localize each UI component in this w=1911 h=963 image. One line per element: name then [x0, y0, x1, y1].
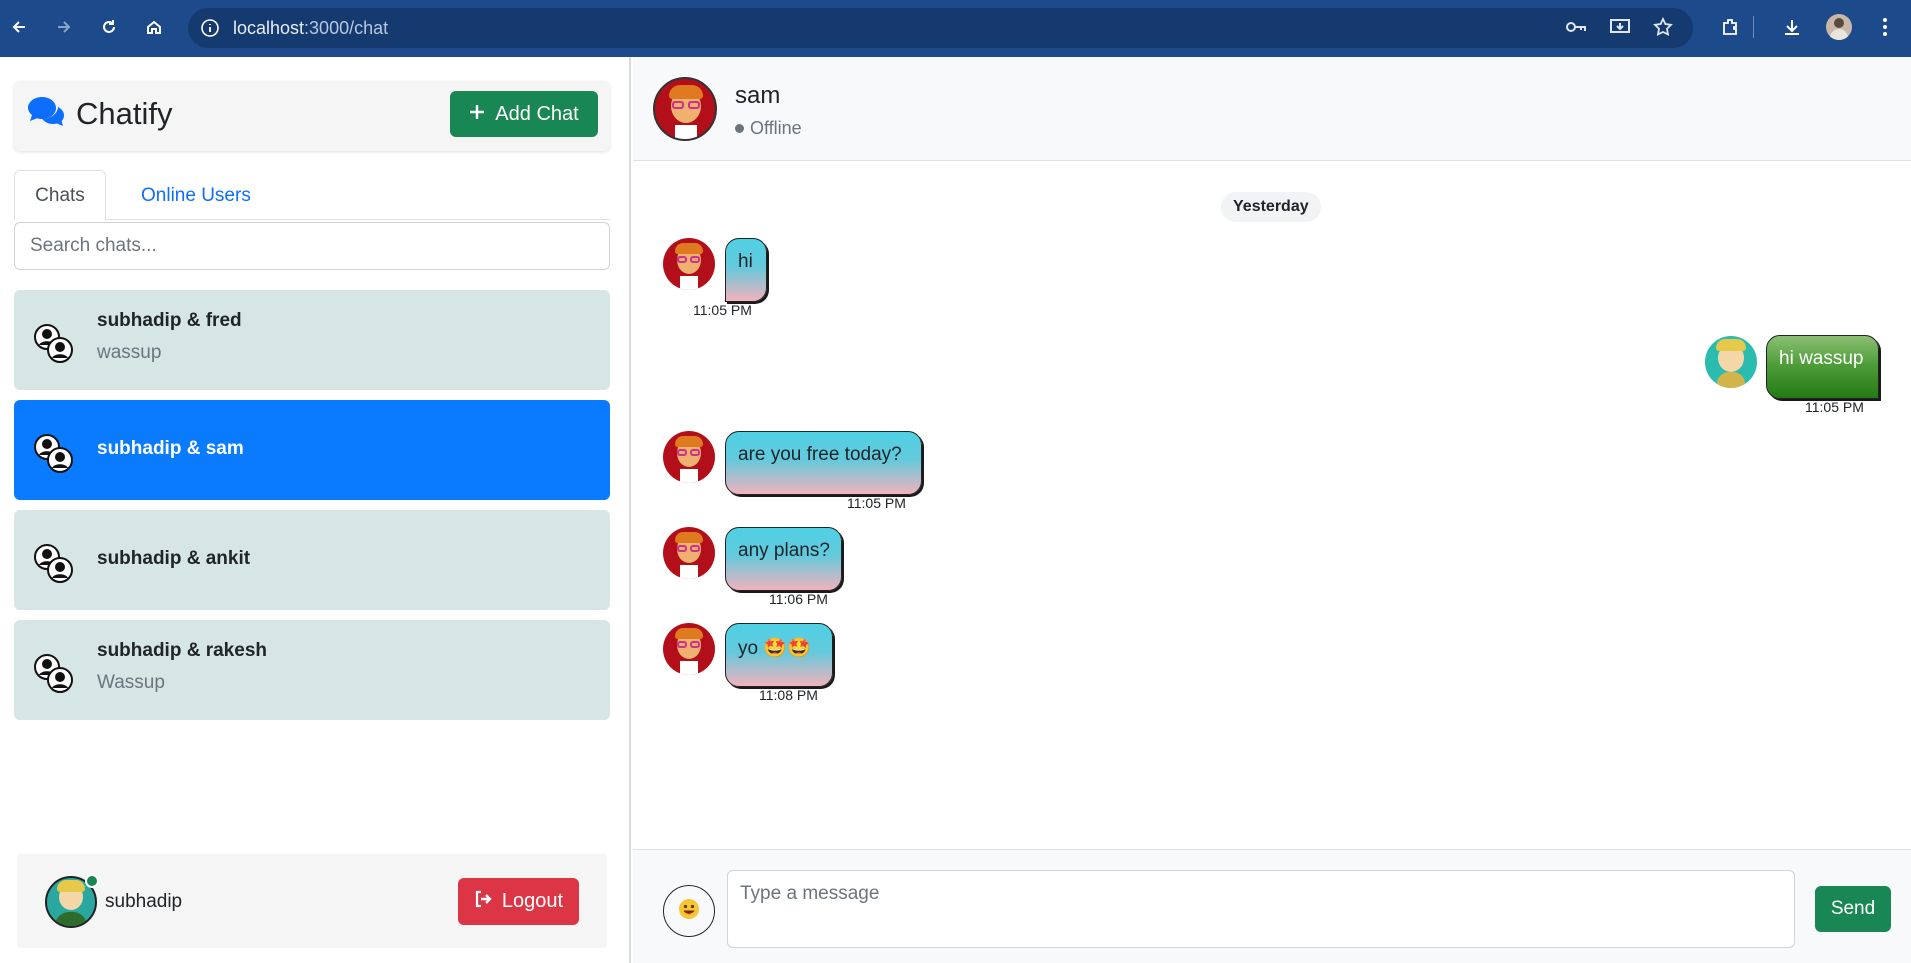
- tab-chats[interactable]: Chats: [14, 170, 106, 221]
- tab-online-users[interactable]: Online Users: [121, 170, 271, 221]
- message-time: 11:05 PM: [693, 302, 752, 318]
- sidebar-tabs: Chats Online Users: [14, 170, 610, 221]
- password-key-icon[interactable]: [1565, 17, 1587, 42]
- send-button[interactable]: Send: [1815, 886, 1891, 932]
- avatar: [663, 431, 715, 483]
- online-status-dot: [85, 874, 99, 888]
- message-composer: Send: [633, 849, 1911, 963]
- browser-menu-icon[interactable]: [1868, 10, 1902, 44]
- message-bubble: any plans?: [725, 527, 842, 591]
- app-title: Chatify: [76, 95, 173, 131]
- message-time: 11:05 PM: [847, 495, 906, 511]
- chat-name: subhadip & rakesh: [97, 640, 267, 661]
- chat-name: subhadip & ankit: [97, 548, 251, 569]
- chat-header: sam Offline: [633, 57, 1911, 161]
- avatar: [1705, 336, 1757, 388]
- logout-button[interactable]: Logout: [458, 878, 579, 925]
- avatar: [663, 238, 715, 290]
- brand-header: Chatify Add Chat: [14, 81, 610, 151]
- site-info-icon[interactable]: [200, 18, 220, 43]
- address-bar[interactable]: localhost:3000/chat: [188, 8, 1693, 48]
- back-icon[interactable]: [2, 10, 36, 44]
- message-time: 11:05 PM: [1805, 399, 1864, 415]
- add-chat-button[interactable]: Add Chat: [450, 91, 598, 137]
- contact-status: Offline: [735, 118, 802, 139]
- contact-name: sam: [735, 82, 781, 109]
- sidebar: Chatify Add Chat Chats Online Users subh…: [0, 57, 631, 963]
- avatar: [663, 623, 715, 675]
- message-bubble: are you free today?: [725, 431, 922, 495]
- group-avatar-icon: [32, 542, 76, 586]
- message-bubble-own: hi wassup: [1766, 335, 1879, 399]
- browser-toolbar: localhost:3000/chat: [0, 0, 1911, 57]
- message-time: 11:08 PM: [759, 687, 818, 703]
- emoji-picker-button[interactable]: [663, 885, 715, 937]
- chat-name: subhadip & fred: [97, 310, 242, 331]
- chat-list-item-selected[interactable]: subhadip & sam: [14, 400, 610, 500]
- chat-list-item[interactable]: subhadip & ankit: [14, 510, 610, 610]
- toolbar-divider: [1743, 10, 1763, 44]
- contact-avatar: [653, 77, 717, 141]
- message-bubble: hi: [725, 238, 767, 302]
- chat-list-item[interactable]: subhadip & fred wassup: [14, 290, 610, 390]
- group-avatar-icon: [32, 652, 76, 696]
- emoji-face-icon: [678, 898, 700, 925]
- extensions-icon[interactable]: [1713, 10, 1747, 44]
- chat-last-message: Wassup: [97, 672, 165, 693]
- profile-avatar[interactable]: [1822, 10, 1856, 44]
- logout-icon: [474, 890, 494, 914]
- bookmark-star-icon[interactable]: [1653, 16, 1673, 42]
- chat-bubbles-icon: [26, 95, 66, 132]
- home-icon[interactable]: [137, 10, 171, 44]
- add-chat-label: Add Chat: [495, 102, 579, 125]
- logout-label: Logout: [501, 890, 564, 912]
- chat-name: subhadip & sam: [97, 438, 244, 459]
- group-avatar-icon: [32, 322, 76, 366]
- message-bubble: yo 🤩🤩: [725, 623, 833, 687]
- message-input[interactable]: [727, 870, 1795, 948]
- search-chats-input[interactable]: [14, 222, 610, 270]
- plus-icon: [469, 103, 485, 126]
- message-time: 11:06 PM: [769, 591, 828, 607]
- downloads-icon[interactable]: [1775, 10, 1809, 44]
- date-separator: Yesterday: [1221, 192, 1321, 222]
- chat-list-item[interactable]: subhadip & rakesh Wassup: [14, 620, 610, 720]
- forward-icon[interactable]: [47, 10, 81, 44]
- avatar: [663, 527, 715, 579]
- status-dot: [735, 124, 744, 133]
- chat-panel: sam Offline Yesterday hi 11:05 PM hi was…: [633, 57, 1911, 963]
- url-text: localhost:3000/chat: [233, 18, 389, 38]
- current-user-name: subhadip: [105, 891, 183, 912]
- group-avatar-icon: [32, 432, 76, 476]
- install-app-icon[interactable]: [1609, 17, 1631, 42]
- reload-icon[interactable]: [92, 10, 126, 44]
- chat-last-message: wassup: [97, 342, 162, 363]
- current-user-card: subhadip Logout: [17, 854, 607, 948]
